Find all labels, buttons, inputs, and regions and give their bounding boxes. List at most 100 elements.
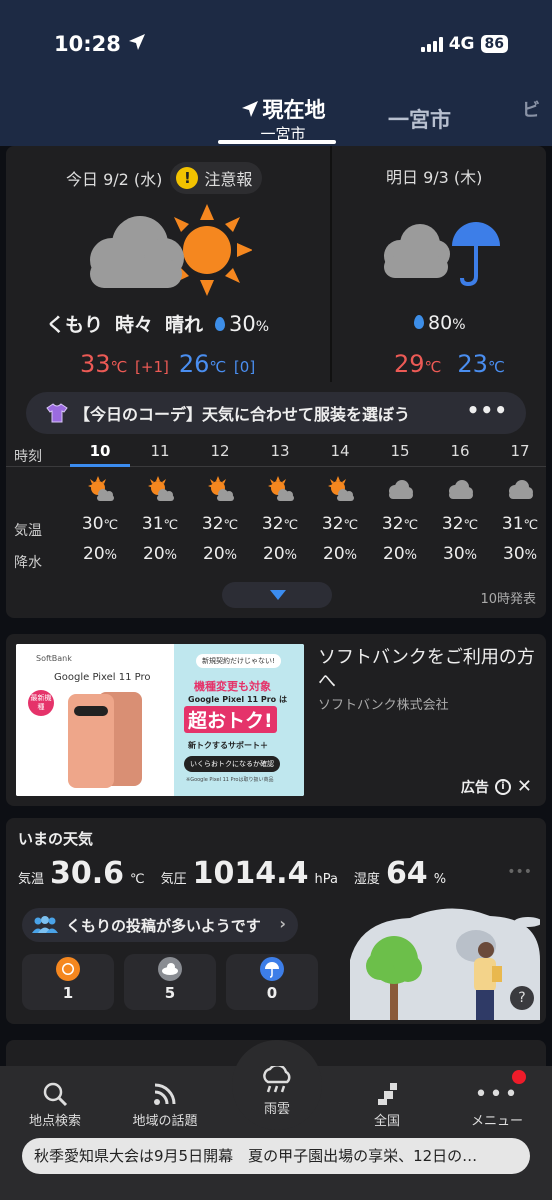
temp-unit: ℃ — [130, 872, 145, 887]
forecast-card: 今日 9/2 (水) ! 注意報 明日 9/3 (木) くもり 時々 晴れ 30… — [6, 146, 546, 618]
nav-menu[interactable]: ••• メニュー — [452, 1078, 542, 1130]
hourly-precip: 20% — [263, 544, 297, 564]
coordinate-banner[interactable]: 【今日のコーデ】天気に合わせて服装を選ぼう ••• — [26, 392, 526, 434]
hourly-column: 11 31℃ 20% — [130, 442, 190, 574]
humidity-label: 湿度 — [353, 872, 380, 887]
tomorrow-pop: 80% — [414, 312, 466, 334]
nav-rain-radar[interactable]: 雨雲 — [232, 1040, 322, 1130]
hourly-precip: 20% — [383, 544, 417, 564]
ad-image-right: 新規契約だけじゃない! 機種変更も対象 Google Pixel 11 Pro … — [174, 644, 304, 796]
post-count-cloudy[interactable]: 5 — [124, 954, 216, 1010]
cloud-icon — [370, 464, 430, 514]
hourly-precip: 30% — [503, 544, 537, 564]
issued-time: 10時発表 — [480, 592, 536, 607]
today-date: 今日 9/2 (水) — [66, 170, 163, 189]
post-count-rainy[interactable]: 0 — [226, 954, 318, 1010]
cloud-icon — [430, 464, 490, 514]
ad-model: Google Pixel 11 Pro — [54, 672, 151, 683]
hour-label: 16 — [450, 442, 470, 460]
sun-cloud-icon — [130, 464, 190, 514]
status-time: 10:28 — [54, 32, 121, 56]
warning-badge[interactable]: ! 注意報 — [170, 162, 263, 194]
hourly-precip: 20% — [203, 544, 237, 564]
cloud-icon — [490, 464, 550, 514]
rain-cloud-icon — [263, 1066, 291, 1093]
ad-line: ※Google Pixel 11 Proは取り扱い商品 — [186, 777, 274, 783]
condition-2: 時々 — [115, 314, 154, 336]
nav-topics-label: 地域の話題 — [132, 1114, 198, 1129]
nav-national[interactable]: 全国 — [342, 1078, 432, 1129]
sun-cloud-icon — [310, 464, 370, 514]
people-icon — [32, 916, 58, 933]
tomorrow-date: 明日 9/3 (木) — [386, 168, 483, 187]
cloud-sun-icon — [90, 204, 252, 296]
tomorrow-high: 29℃ — [394, 350, 442, 378]
hourly-temp: 32℃ — [381, 514, 419, 534]
close-icon[interactable]: ✕ — [517, 776, 532, 797]
hourly-time-label: 時刻 — [14, 449, 42, 465]
ad-brand: SoftBank — [36, 654, 72, 663]
rss-icon — [154, 1083, 176, 1105]
pressure-value: 1014.4 — [192, 856, 309, 891]
tab-indicator — [218, 140, 336, 144]
raindrop-icon — [414, 315, 424, 329]
hourly-precip: 20% — [323, 544, 357, 564]
hourly-precip: 30% — [443, 544, 477, 564]
post-count-sunny[interactable]: 1 — [22, 954, 114, 1010]
posts-text: くもりの投稿が多いようです — [66, 916, 261, 935]
tab-current-title: 現在地 — [262, 98, 326, 122]
divider — [330, 146, 332, 382]
humidity-value: 64 — [385, 856, 428, 891]
more-icon[interactable]: ••• — [507, 864, 532, 880]
nav-topics[interactable]: 地域の話題 — [120, 1078, 210, 1129]
menu-dots-icon: ••• — [474, 1081, 520, 1107]
post-count: 1 — [62, 984, 74, 1002]
nav-search[interactable]: 地点検索 — [10, 1078, 100, 1129]
warning-label: 注意報 — [204, 170, 253, 189]
bottom-nav: 地点検索 地域の話題 雨雲 全国 ••• メニュー 秋季愛知県大会は9月5日開幕… — [0, 1040, 552, 1200]
ad-image[interactable]: SoftBank Google Pixel 11 Pro 最新機種 新規契約だけ… — [16, 644, 304, 796]
hour-label: 12 — [210, 442, 230, 460]
current-weather-card: いまの天気 ••• 気温 30.6 ℃ 気圧 1014.4 hPa 湿度 64 … — [6, 818, 546, 1024]
hourly-temp: 32℃ — [321, 514, 359, 534]
today-pop: 30% — [215, 312, 269, 336]
ad-label-text: 広告 — [460, 779, 489, 796]
hourly-column: 14 32℃ 20% — [310, 442, 370, 574]
battery-icon: 86 — [480, 35, 508, 53]
hourly-temp: 31℃ — [501, 514, 539, 534]
info-icon[interactable]: i — [494, 778, 511, 795]
hourly-column: 10 30℃ 20% — [70, 442, 130, 574]
ad-title[interactable]: ソフトバンクをご利用の方へ — [318, 646, 538, 694]
search-icon — [43, 1082, 68, 1107]
warning-icon: ! — [176, 167, 199, 189]
hourly-temp: 31℃ — [141, 514, 179, 534]
ad-new-badge: 最新機種 — [28, 690, 54, 716]
condition-3: 晴れ — [165, 314, 204, 336]
chevron-right-icon: › — [279, 914, 286, 933]
tab-current-location[interactable]: 現在地 一宮市 — [228, 94, 338, 144]
tab-ichinomiya[interactable]: 一宮市 — [388, 104, 451, 134]
pressure-label: 気圧 — [160, 872, 187, 887]
posts-banner[interactable]: くもりの投稿が多いようです › — [22, 908, 298, 942]
signal-icon — [420, 36, 443, 52]
news-ticker[interactable]: 秋季愛知県大会は9月5日開幕 夏の甲子園出場の享栄、12日の… — [22, 1138, 530, 1174]
today-condition: くもり 時々 晴れ 30% — [46, 310, 269, 337]
app-header: 10:28 4G 86 現在地 一宮市 一宮市 ビ — [0, 0, 552, 146]
tab-next[interactable]: ビ — [522, 96, 540, 122]
raindrop-icon — [215, 317, 226, 331]
chevron-down-icon — [270, 590, 286, 600]
current-weather-title: いまの天気 — [18, 830, 94, 848]
temp-value: 30.6 — [50, 856, 125, 891]
hourly-temp: 32℃ — [261, 514, 299, 534]
ad-label[interactable]: 広告 i ✕ — [461, 776, 532, 797]
hourly-column: 15 32℃ 20% — [370, 442, 430, 574]
expand-button[interactable] — [222, 582, 332, 608]
ad-card[interactable]: SoftBank Google Pixel 11 Pro 最新機種 新規契約だけ… — [6, 634, 546, 806]
nav-rain-label: 雨雲 — [263, 1102, 290, 1117]
shirt-icon — [46, 403, 68, 423]
nav-search-label: 地点検索 — [28, 1114, 81, 1129]
more-icon[interactable]: ••• — [467, 398, 508, 422]
sun-cloud-icon — [190, 464, 250, 514]
pressure-unit: hPa — [314, 872, 338, 887]
help-button[interactable]: ? — [510, 986, 534, 1010]
